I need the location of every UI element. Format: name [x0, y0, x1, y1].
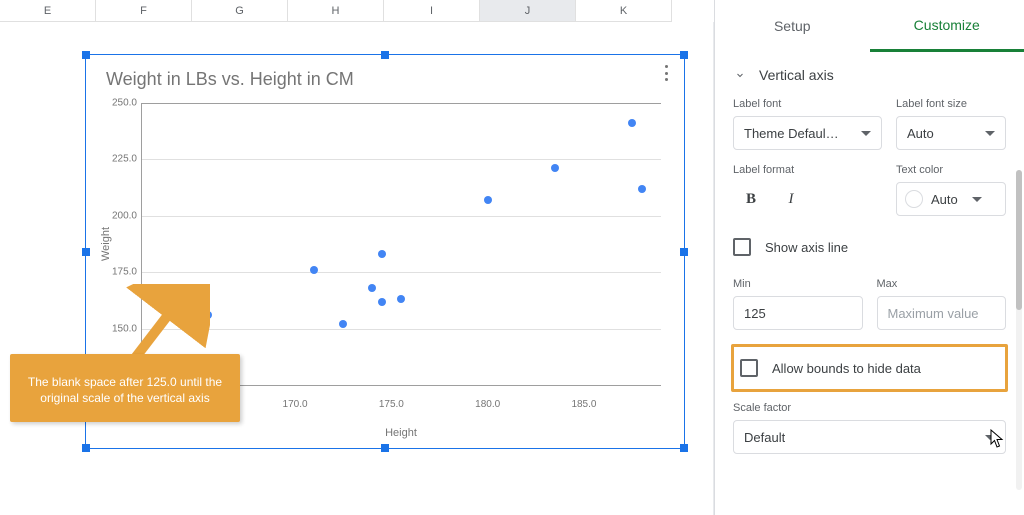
checkbox-icon [740, 359, 758, 377]
checkbox-icon [733, 238, 751, 256]
text-color-label: Text color [896, 164, 1006, 176]
x-tick-label: 180.0 [475, 399, 500, 410]
caret-down-icon [861, 131, 871, 136]
label-font-size-label: Label font size [896, 98, 1006, 110]
x-tick-label: 170.0 [283, 399, 308, 410]
annotation-callout: The blank space after 125.0 until the or… [10, 354, 240, 422]
text-color-value: Auto [931, 192, 958, 207]
data-point[interactable] [551, 164, 559, 172]
column-header[interactable]: H [288, 0, 384, 22]
scale-factor-value: Default [744, 430, 785, 445]
y-tick-label: 225.0 [97, 154, 137, 165]
y-tick-label: 250.0 [97, 98, 137, 109]
resize-handle[interactable] [680, 51, 688, 59]
column-header[interactable]: F [96, 0, 192, 22]
x-tick-label: 185.0 [571, 399, 596, 410]
y-axis-line [141, 103, 142, 385]
data-point[interactable] [378, 298, 386, 306]
label-font-size-value: Auto [907, 126, 934, 141]
data-point[interactable] [310, 266, 318, 274]
show-axis-line-checkbox[interactable]: Show axis line [733, 230, 1006, 264]
allow-bounds-label: Allow bounds to hide data [772, 361, 921, 376]
y-tick-label: 150.0 [97, 323, 137, 334]
scale-factor-select[interactable]: Default [733, 420, 1006, 454]
tab-setup[interactable]: Setup [715, 0, 870, 52]
spreadsheet-area: EFGHIJK Weight in LBs vs. Height in CM 1… [0, 0, 714, 515]
caret-down-icon [985, 131, 995, 136]
column-header[interactable]: I [384, 0, 480, 22]
resize-handle[interactable] [82, 444, 90, 452]
data-point[interactable] [397, 295, 405, 303]
chart-menu-icon[interactable] [658, 65, 674, 81]
max-input[interactable]: Maximum value [877, 296, 1007, 330]
column-header[interactable]: E [0, 0, 96, 22]
chart-title[interactable]: Weight in LBs vs. Height in CM [106, 69, 354, 90]
caret-down-icon [985, 435, 995, 440]
italic-button[interactable]: I [773, 182, 809, 216]
section-vertical-axis[interactable]: Vertical axis [715, 52, 1024, 98]
bold-button[interactable]: B [733, 182, 769, 216]
chart-plot-area: 125.0150.0175.0200.0225.0250.0 [141, 103, 661, 385]
column-header[interactable]: G [192, 0, 288, 22]
label-font-size-select[interactable]: Auto [896, 116, 1006, 150]
data-point[interactable] [204, 311, 212, 319]
data-point[interactable] [638, 185, 646, 193]
y-tick-label: 200.0 [97, 210, 137, 221]
resize-handle[interactable] [680, 444, 688, 452]
annotation-highlight: Allow bounds to hide data [731, 344, 1008, 392]
data-point[interactable] [378, 250, 386, 258]
x-axis-label[interactable]: Height [141, 427, 661, 439]
allow-bounds-checkbox[interactable]: Allow bounds to hide data [734, 351, 1003, 385]
show-axis-line-label: Show axis line [765, 240, 848, 255]
gridline [141, 216, 661, 217]
gridline [141, 159, 661, 160]
data-point[interactable] [484, 196, 492, 204]
column-header[interactable]: J [480, 0, 576, 22]
caret-down-icon [972, 197, 982, 202]
sheet-canvas[interactable]: Weight in LBs vs. Height in CM 125.0150.… [0, 22, 714, 515]
chevron-down-icon [733, 68, 747, 82]
data-point[interactable] [339, 320, 347, 328]
resize-handle[interactable] [381, 444, 389, 452]
section-title: Vertical axis [759, 67, 834, 83]
gridline [141, 103, 661, 104]
x-tick-label: 175.0 [379, 399, 404, 410]
resize-handle[interactable] [82, 51, 90, 59]
column-headers: EFGHIJK [0, 0, 714, 22]
label-font-select[interactable]: Theme Defaul… [733, 116, 882, 150]
gridline [141, 329, 661, 330]
label-font-label: Label font [733, 98, 882, 110]
text-color-select[interactable]: Auto [896, 182, 1006, 216]
column-header[interactable]: K [576, 0, 672, 22]
resize-handle[interactable] [381, 51, 389, 59]
scrollbar-thumb[interactable] [1016, 170, 1022, 310]
data-point[interactable] [628, 119, 636, 127]
label-format-label: Label format [733, 164, 882, 176]
color-swatch-icon [905, 190, 923, 208]
tab-customize[interactable]: Customize [870, 0, 1024, 52]
max-label: Max [877, 278, 1007, 290]
vertical-axis-panel: Label font Theme Defaul… Label font size… [715, 98, 1024, 466]
gridline [141, 272, 661, 273]
label-font-value: Theme Defaul… [744, 126, 839, 141]
min-input[interactable]: 125 [733, 296, 863, 330]
y-axis-label[interactable]: Weight [100, 227, 112, 261]
resize-handle[interactable] [82, 248, 90, 256]
y-tick-label: 175.0 [97, 267, 137, 278]
sidebar-tabs: Setup Customize [715, 0, 1024, 52]
scale-factor-label: Scale factor [733, 402, 1006, 414]
annotation-text: The blank space after 125.0 until the or… [28, 375, 222, 405]
min-label: Min [733, 278, 863, 290]
resize-handle[interactable] [680, 248, 688, 256]
chart-editor-sidebar: Setup Customize Vertical axis Label font… [714, 0, 1024, 515]
data-point[interactable] [368, 284, 376, 292]
